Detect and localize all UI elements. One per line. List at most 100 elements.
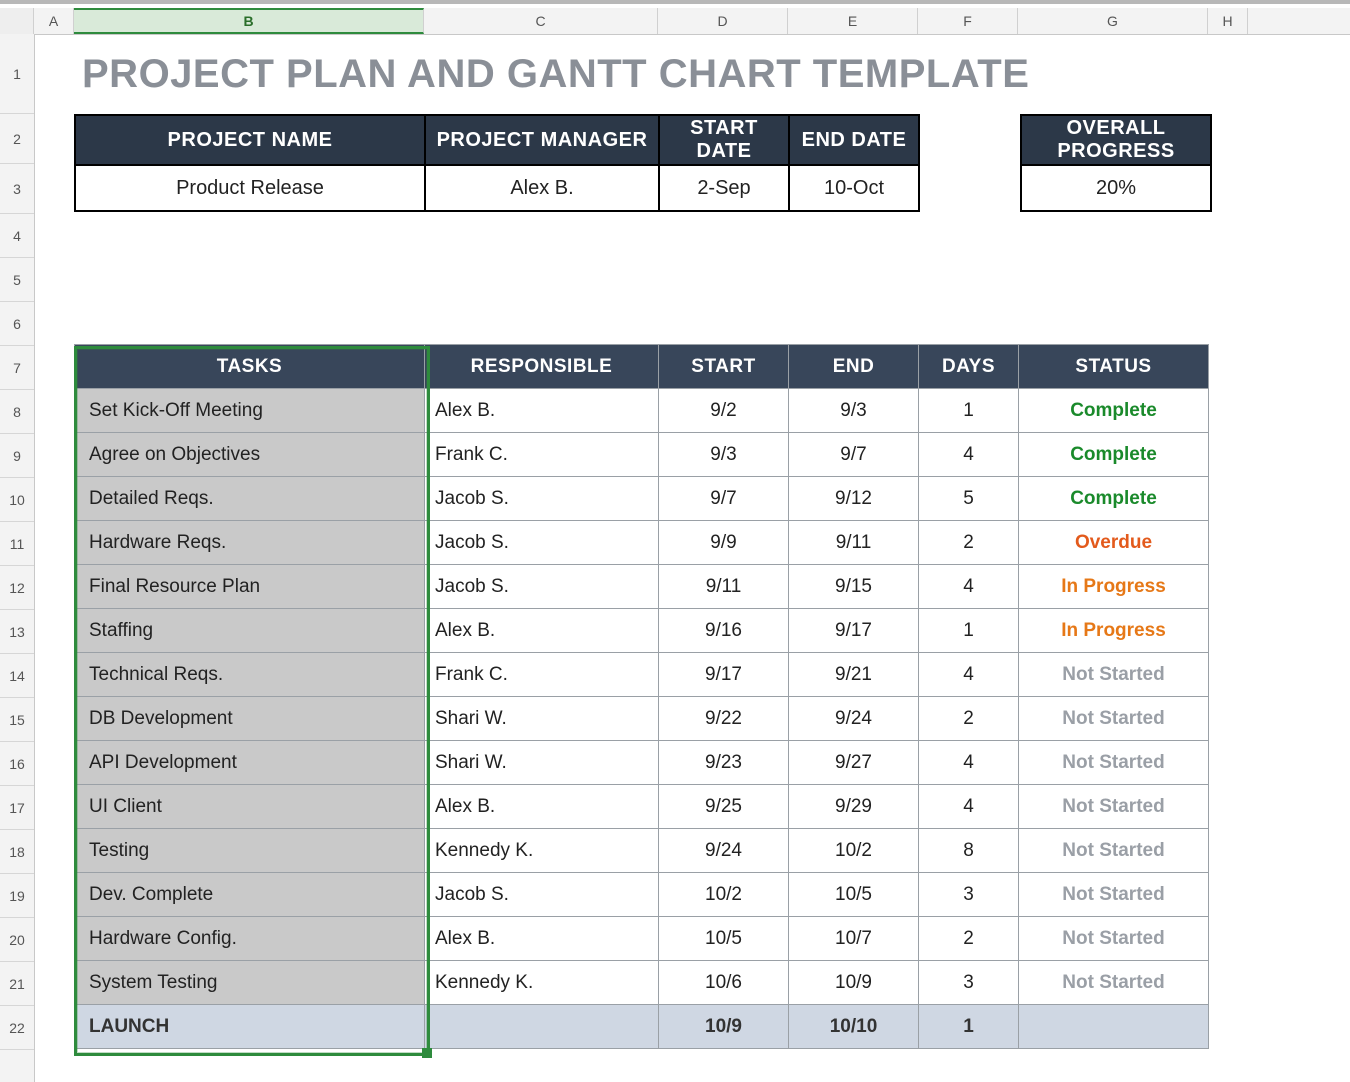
cell-responsible[interactable]: Frank C. — [425, 433, 659, 477]
cell-task[interactable]: Technical Reqs. — [75, 653, 425, 697]
cell-status[interactable] — [1019, 1005, 1209, 1049]
cell-start[interactable]: 9/9 — [659, 521, 789, 565]
cell-task[interactable]: DB Development — [75, 697, 425, 741]
cell-responsible[interactable]: Shari W. — [425, 741, 659, 785]
cell-task[interactable]: Hardware Reqs. — [75, 521, 425, 565]
cell-responsible[interactable]: Alex B. — [425, 609, 659, 653]
cell-start[interactable]: 10/6 — [659, 961, 789, 1005]
row-header-6[interactable]: 6 — [0, 302, 34, 346]
meta-cell-end-date[interactable]: 10-Oct — [789, 165, 919, 211]
cell-start[interactable]: 10/2 — [659, 873, 789, 917]
cell-status[interactable]: In Progress — [1019, 609, 1209, 653]
cell-end[interactable]: 9/12 — [789, 477, 919, 521]
cell-status[interactable]: Not Started — [1019, 961, 1209, 1005]
row-header-14[interactable]: 14 — [0, 654, 34, 698]
cell-responsible[interactable]: Jacob S. — [425, 477, 659, 521]
cell-responsible[interactable]: Kennedy K. — [425, 961, 659, 1005]
row-header-19[interactable]: 19 — [0, 874, 34, 918]
row-header-21[interactable]: 21 — [0, 962, 34, 1006]
cell-end[interactable]: 9/17 — [789, 609, 919, 653]
cell-status[interactable]: In Progress — [1019, 565, 1209, 609]
cell-task[interactable]: Agree on Objectives — [75, 433, 425, 477]
cell-days[interactable]: 1 — [919, 1005, 1019, 1049]
cell-end[interactable]: 9/24 — [789, 697, 919, 741]
cell-start[interactable]: 9/22 — [659, 697, 789, 741]
cell-end[interactable]: 10/7 — [789, 917, 919, 961]
cell-end[interactable]: 10/9 — [789, 961, 919, 1005]
cell-responsible[interactable]: Kennedy K. — [425, 829, 659, 873]
cell-end[interactable]: 9/7 — [789, 433, 919, 477]
cell-task[interactable]: System Testing — [75, 961, 425, 1005]
cell-start[interactable]: 9/11 — [659, 565, 789, 609]
meta-cell-project-name[interactable]: Product Release — [75, 165, 425, 211]
row-header-2[interactable]: 2 — [0, 114, 34, 164]
cell-end[interactable]: 9/11 — [789, 521, 919, 565]
cell-days[interactable]: 4 — [919, 785, 1019, 829]
row-header-20[interactable]: 20 — [0, 918, 34, 962]
cell-days[interactable]: 4 — [919, 565, 1019, 609]
row-header-16[interactable]: 16 — [0, 742, 34, 786]
cell-end[interactable]: 9/3 — [789, 389, 919, 433]
cell-days[interactable]: 1 — [919, 389, 1019, 433]
cell-days[interactable]: 4 — [919, 653, 1019, 697]
cell-end[interactable]: 10/2 — [789, 829, 919, 873]
cell-status[interactable]: Complete — [1019, 433, 1209, 477]
row-header-13[interactable]: 13 — [0, 610, 34, 654]
cell-responsible[interactable]: Shari W. — [425, 697, 659, 741]
cell-task[interactable]: UI Client — [75, 785, 425, 829]
col-header-G[interactable]: G — [1018, 8, 1208, 34]
row-header-8[interactable]: 8 — [0, 390, 34, 434]
row-header-15[interactable]: 15 — [0, 698, 34, 742]
cell-days[interactable]: 2 — [919, 917, 1019, 961]
cell-start[interactable]: 9/3 — [659, 433, 789, 477]
cell-task[interactable]: LAUNCH — [75, 1005, 425, 1049]
sheet-canvas[interactable]: PROJECT PLAN AND GANTT CHART TEMPLATE PR… — [34, 34, 1350, 1082]
cell-days[interactable]: 2 — [919, 521, 1019, 565]
cell-responsible[interactable]: Alex B. — [425, 917, 659, 961]
meta-cell-start-date[interactable]: 2-Sep — [659, 165, 789, 211]
cell-days[interactable]: 8 — [919, 829, 1019, 873]
cell-end[interactable]: 9/27 — [789, 741, 919, 785]
cell-status[interactable]: Overdue — [1019, 521, 1209, 565]
cell-start[interactable]: 9/24 — [659, 829, 789, 873]
cell-end[interactable]: 10/5 — [789, 873, 919, 917]
cell-start[interactable]: 9/23 — [659, 741, 789, 785]
cell-days[interactable]: 3 — [919, 873, 1019, 917]
cell-responsible[interactable] — [425, 1005, 659, 1049]
row-header-9[interactable]: 9 — [0, 434, 34, 478]
fill-handle[interactable] — [422, 1048, 432, 1058]
cell-end[interactable]: 9/21 — [789, 653, 919, 697]
row-header-11[interactable]: 11 — [0, 522, 34, 566]
col-header-B[interactable]: B — [74, 8, 424, 34]
col-header-D[interactable]: D — [658, 8, 788, 34]
cell-start[interactable]: 9/2 — [659, 389, 789, 433]
col-header-C[interactable]: C — [424, 8, 658, 34]
row-header-12[interactable]: 12 — [0, 566, 34, 610]
cell-start[interactable]: 9/7 — [659, 477, 789, 521]
cell-status[interactable]: Not Started — [1019, 873, 1209, 917]
cell-start[interactable]: 9/16 — [659, 609, 789, 653]
cell-status[interactable]: Not Started — [1019, 653, 1209, 697]
cell-status[interactable]: Not Started — [1019, 741, 1209, 785]
col-header-A[interactable]: A — [34, 8, 74, 34]
cell-responsible[interactable]: Jacob S. — [425, 565, 659, 609]
col-header-E[interactable]: E — [788, 8, 918, 34]
row-header-5[interactable]: 5 — [0, 258, 34, 302]
cell-status[interactable]: Not Started — [1019, 829, 1209, 873]
cell-end[interactable]: 9/29 — [789, 785, 919, 829]
row-header-18[interactable]: 18 — [0, 830, 34, 874]
cell-responsible[interactable]: Alex B. — [425, 785, 659, 829]
cell-days[interactable]: 5 — [919, 477, 1019, 521]
cell-task[interactable]: Set Kick-Off Meeting — [75, 389, 425, 433]
cell-status[interactable]: Complete — [1019, 477, 1209, 521]
cell-status[interactable]: Complete — [1019, 389, 1209, 433]
cell-days[interactable]: 3 — [919, 961, 1019, 1005]
cell-end[interactable]: 9/15 — [789, 565, 919, 609]
cell-task[interactable]: Dev. Complete — [75, 873, 425, 917]
cell-task[interactable]: Testing — [75, 829, 425, 873]
row-header-7[interactable]: 7 — [0, 346, 34, 390]
cell-start[interactable]: 10/5 — [659, 917, 789, 961]
select-all-corner[interactable] — [0, 8, 34, 34]
cell-responsible[interactable]: Jacob S. — [425, 521, 659, 565]
cell-days[interactable]: 4 — [919, 741, 1019, 785]
